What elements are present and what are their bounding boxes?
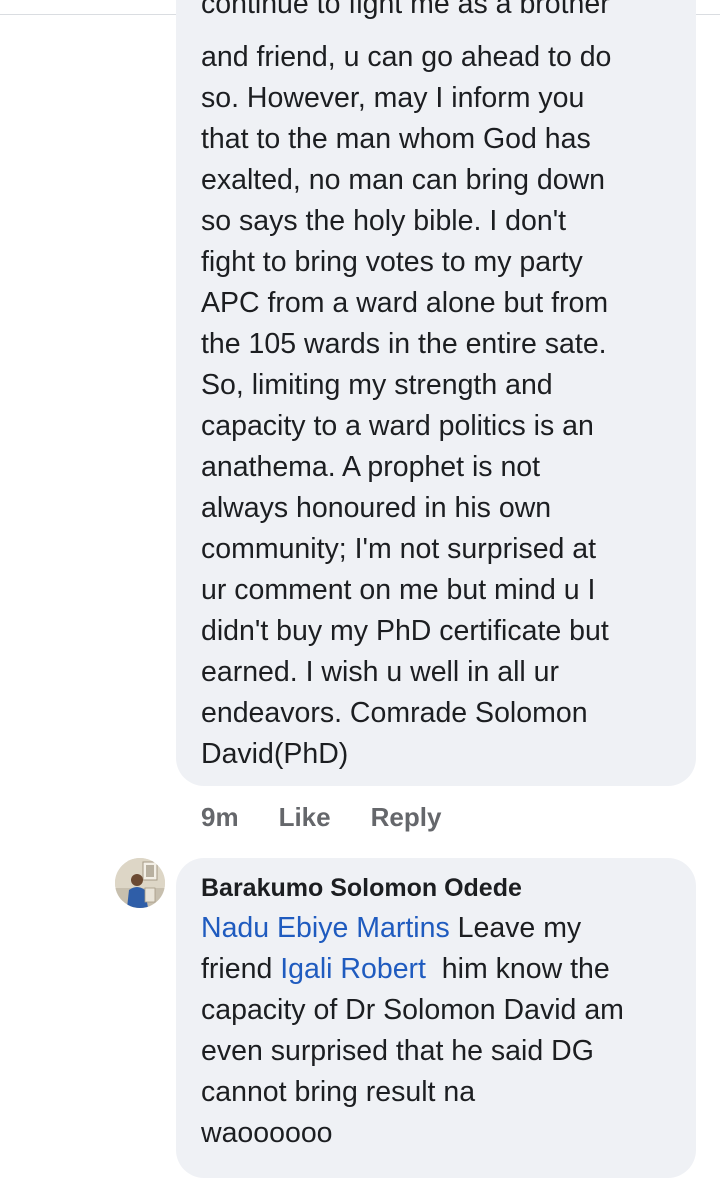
comment-line: fight to bring votes to my party bbox=[201, 246, 583, 278]
comment-line: So, limiting my strength and bbox=[201, 369, 553, 401]
comment-line: Nadu Ebiye Martins Leave my bbox=[201, 908, 681, 949]
clipped-first-line: continue to fight me as a brother bbox=[201, 0, 681, 36]
comment-line: capacity to a ward politics is an bbox=[201, 410, 594, 442]
avatar-photo-icon bbox=[115, 858, 165, 908]
comment-line: so says the holy bible. I don't bbox=[201, 205, 567, 237]
comment-line: anathema. A prophet is not bbox=[201, 451, 541, 483]
comment-text-fragment: friend bbox=[201, 953, 281, 985]
comment-line: friend Igali Robert him know the bbox=[201, 949, 681, 990]
comment-text-fragment: him know the bbox=[425, 953, 610, 985]
comment-line: the 105 wards in the entire sate. bbox=[201, 328, 607, 360]
comment-body: and friend, u can go ahead to do so. How… bbox=[201, 37, 671, 775]
comment-line: that to the man whom God has bbox=[201, 123, 591, 155]
like-button[interactable]: Like bbox=[279, 802, 331, 833]
avatar[interactable] bbox=[115, 858, 165, 908]
mention-link[interactable]: Igali Robert bbox=[280, 953, 426, 985]
comment-bubble: continue to fight me as a brother and fr… bbox=[176, 0, 696, 786]
comment-line: cannot bring result na bbox=[201, 1076, 476, 1108]
comment-line: David(PhD) bbox=[201, 738, 349, 770]
comment-line: so. However, may I inform you bbox=[201, 82, 585, 114]
reply-button[interactable]: Reply bbox=[371, 802, 442, 833]
mention-link[interactable]: Nadu Ebiye Martins bbox=[201, 912, 450, 944]
comment-body: Nadu Ebiye Martins Leave my friend Igali… bbox=[201, 908, 681, 1154]
comment-line: endeavors. Comrade Solomon bbox=[201, 697, 588, 729]
comment-line: capacity of Dr Solomon David am bbox=[201, 994, 624, 1026]
comment-line: didn't buy my PhD certificate but bbox=[201, 615, 609, 647]
comment-line: waoooooo bbox=[201, 1117, 333, 1149]
comment-text-wrap: continue to fight me as a brother and fr… bbox=[201, 0, 681, 820]
comment-text-fragment: Leave my bbox=[449, 912, 582, 944]
comment-line: exalted, no man can bring down bbox=[201, 164, 606, 196]
comment-line: APC from a ward alone but from bbox=[201, 287, 609, 319]
comment-line: ur comment on me but mind u I bbox=[201, 574, 596, 606]
comment-author-name[interactable]: Barakumo Solomon Odede bbox=[201, 872, 522, 904]
comment-line: even surprised that he said DG bbox=[201, 1035, 594, 1067]
comment-partial-line: continue to fight me as a brother bbox=[201, 0, 610, 20]
comment-bubble: Barakumo Solomon Odede Nadu Ebiye Martin… bbox=[176, 858, 696, 1178]
comment-line: community; I'm not surprised at bbox=[201, 533, 597, 565]
comment-line: and friend, u can go ahead to do bbox=[201, 41, 612, 73]
comment-line: earned. I wish u well in all ur bbox=[201, 656, 560, 688]
comment-actions: 9m Like Reply bbox=[201, 798, 441, 836]
comment-line: always honoured in his own bbox=[201, 492, 552, 524]
comment-timestamp: 9m bbox=[201, 801, 239, 832]
